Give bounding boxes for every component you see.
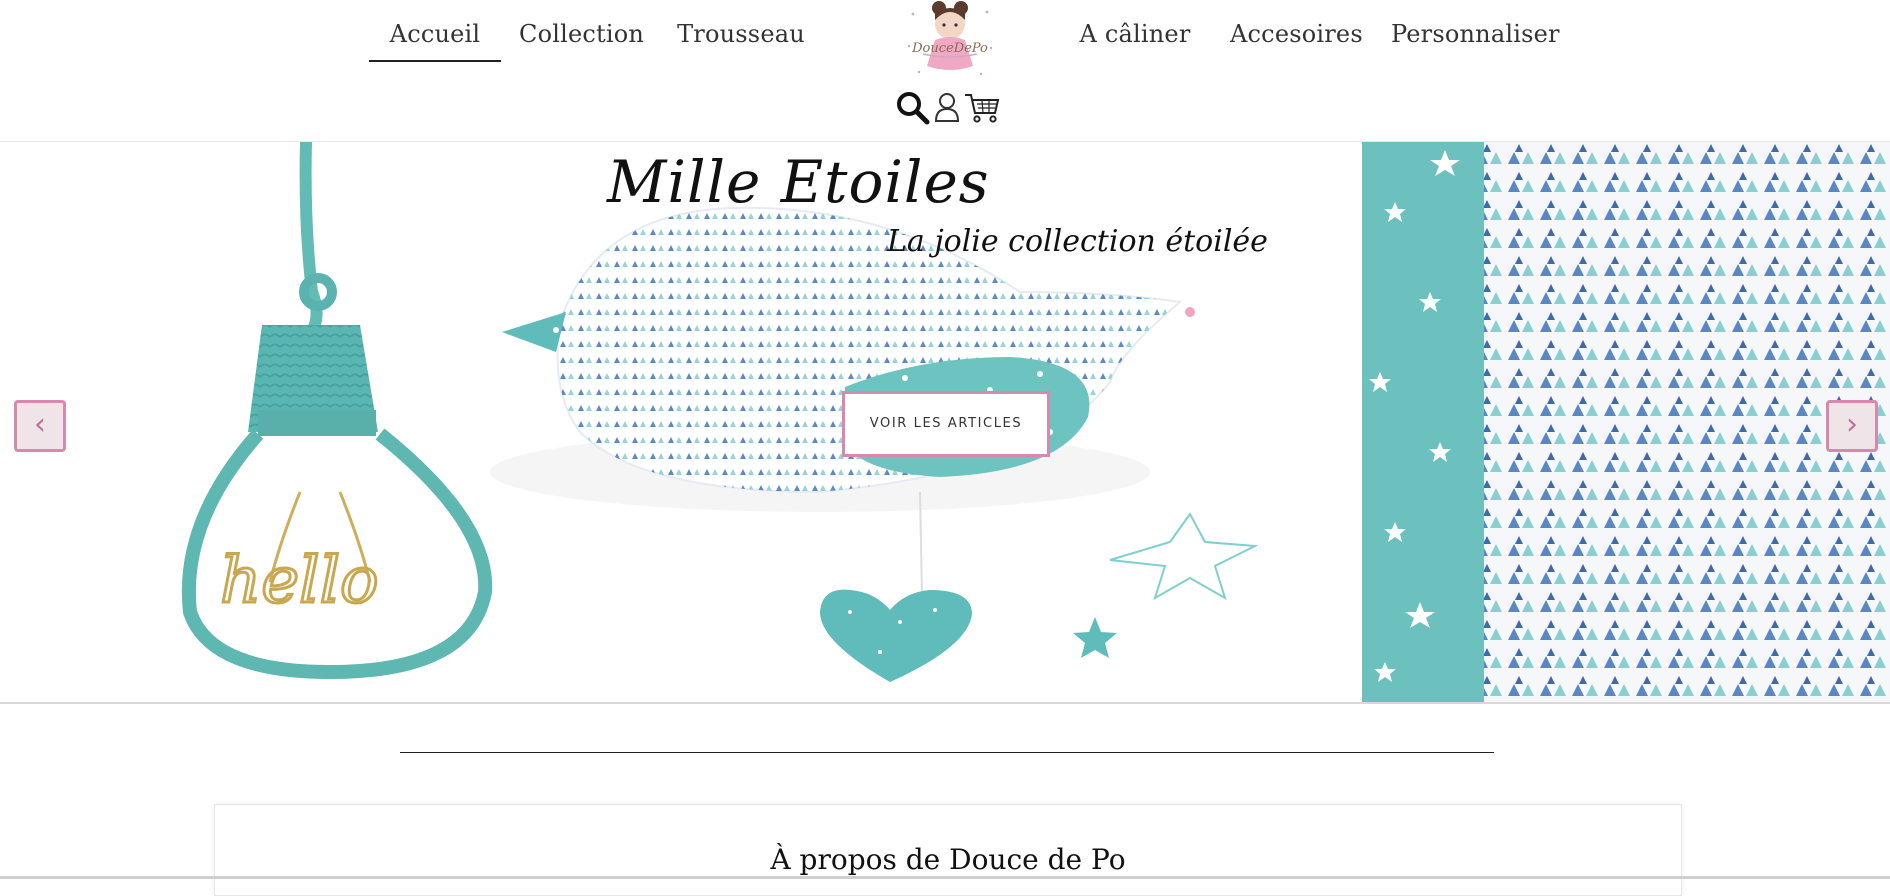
nav-a-caliner[interactable]: A câliner (1078, 14, 1192, 60)
site-header: Accueil Collection Trousseau DouceDePo A… (0, 0, 1890, 141)
about-section: À propos de Douce de Po (214, 804, 1682, 896)
view-articles-button[interactable]: VOIR LES ARTICLES (842, 391, 1050, 457)
slider-next-button[interactable]: › (1826, 400, 1878, 452)
hero-bottom-border (0, 702, 1890, 704)
hello-wire-text: hello (220, 544, 379, 618)
site-logo[interactable]: DouceDePo (903, 0, 997, 82)
nav-accesoires[interactable]: Accesoires (1230, 14, 1363, 60)
section-divider (400, 752, 1494, 753)
slider-prev-button[interactable]: ‹ (14, 400, 66, 452)
header-icon-group (893, 90, 1003, 130)
hero-title: Mille Etoiles (607, 148, 990, 216)
about-title: À propos de Douce de Po (770, 843, 1126, 876)
hero-subtitle: La jolie collection étoilée (887, 224, 1268, 259)
nav-personnaliser[interactable]: Personnaliser (1391, 14, 1559, 60)
nav-accueil[interactable]: Accueil (369, 14, 501, 62)
chevron-left-icon: ‹ (34, 407, 46, 442)
hero-slider: hello Mille Etoiles La jolie collection … (0, 142, 1890, 704)
nav-trousseau[interactable]: Trousseau (676, 14, 806, 60)
chevron-right-icon: › (1846, 407, 1858, 442)
user-icon[interactable] (934, 92, 960, 126)
search-icon[interactable] (896, 91, 930, 129)
cart-icon[interactable] (964, 92, 1000, 128)
nav-collection[interactable]: Collection (519, 14, 644, 60)
